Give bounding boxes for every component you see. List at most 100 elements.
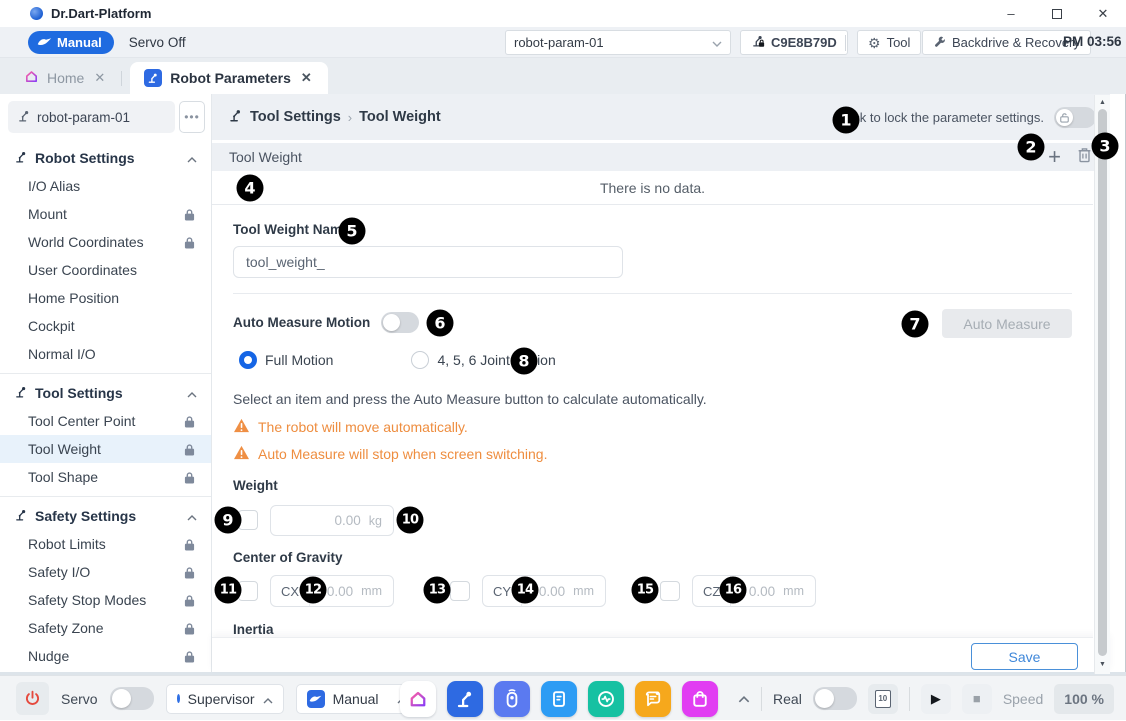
role-status-dot [177,694,180,703]
bottom-bar: Servo Supervisor Manual Real 10 ▶ ■ [0,675,1126,720]
role-select[interactable]: Supervisor [166,684,284,714]
scroll-up-icon[interactable]: ▲ [1095,98,1110,108]
annotation-badge-12: 12 [300,577,327,604]
param-select-dropdown[interactable]: robot-param-01 [505,30,731,55]
cy-checkbox[interactable] [450,581,470,601]
servo-toggle[interactable] [110,687,154,710]
sidebar-item-world-coordinates[interactable]: World Coordinates [0,228,211,256]
parameter-lock-toggle[interactable] [1054,107,1096,128]
sidebar-item-user-coordinates[interactable]: User Coordinates [0,256,211,284]
sidebar-section-tool-settings[interactable]: Tool Settings [0,379,211,407]
annotation-badge-6: 6 [427,310,454,337]
auto-measure-button[interactable]: Auto Measure [942,309,1072,338]
jog-app[interactable] [494,681,530,717]
home-app[interactable] [400,681,436,717]
weight-input[interactable]: 0.00 kg [270,505,394,536]
warning-row: Auto Measure will stop when screen switc… [233,445,547,463]
sidebar: robot-param-01 ••• Robot SettingsI/O Ali… [0,94,212,675]
close-button[interactable]: ✕ [1080,0,1126,27]
cy-input[interactable]: CY0.00mm [482,575,606,607]
trash-icon[interactable] [1077,147,1092,168]
speed-label: Speed [1003,691,1043,707]
manual-mode-button[interactable]: Manual [28,31,114,54]
sidebar-item-safety-stop-modes[interactable]: Safety Stop Modes [0,586,211,614]
tool-weight-section-header: Tool Weight + [212,141,1110,171]
real-toggle[interactable] [813,687,857,710]
power-button[interactable] [16,682,49,715]
house-icon [408,689,428,709]
param-menu-button[interactable]: ••• [179,101,205,133]
chat-icon [643,689,663,709]
robot-arm-icon [14,385,28,402]
sidebar-divider [0,496,211,497]
full-motion-radio[interactable] [239,351,257,369]
lock-icon [184,471,195,484]
program-counter-button[interactable]: 10 [868,684,898,714]
sidebar-item-tool-center-point[interactable]: Tool Center Point [0,407,211,435]
toolbar-divider [845,35,846,51]
sidebar-item-safety-i-o[interactable]: Safety I/O [0,558,211,586]
joint-motion-radio[interactable] [411,351,429,369]
sidebar-item-i-o-alias[interactable]: I/O Alias [0,172,211,200]
bottombar-divider [909,687,910,711]
sidebar-divider [0,373,211,374]
lock-icon [184,622,195,635]
breadcrumb-row: Tool Settings › Tool Weight Click to loc… [212,94,1110,140]
collapse-dock-icon[interactable] [738,690,750,708]
tab-home[interactable]: Home ✕ [10,62,121,94]
annotation-badge-1: 1 [833,107,860,134]
stop-icon: ■ [973,691,981,706]
device-id-button[interactable]: C9E8B79D [740,30,848,55]
message-app[interactable] [635,681,671,717]
tool-weight-name-input[interactable]: tool_weight_ [233,246,623,278]
save-button[interactable]: Save [971,643,1078,670]
robot-parameters-app[interactable] [447,681,483,717]
scroll-down-icon[interactable]: ▼ [1095,660,1110,670]
minimize-button[interactable]: – [988,0,1034,27]
monitoring-app[interactable] [588,681,624,717]
chevron-up-icon [187,508,197,524]
add-icon[interactable]: + [1048,146,1061,168]
sidebar-item-tool-shape[interactable]: Tool Shape [0,463,211,491]
sidebar-item-tool-weight[interactable]: Tool Weight [0,435,211,463]
annotation-badge-13: 13 [424,577,451,604]
robot-arm-icon [14,150,28,167]
sidebar-section-robot-settings[interactable]: Robot Settings [0,144,211,172]
close-tab-icon[interactable]: ✕ [92,70,107,86]
close-tab-icon[interactable]: ✕ [299,70,314,86]
title-bar: Dr.Dart-Platform – ✕ [0,0,1126,27]
robot-arm-icon [228,108,243,127]
unlock-icon [1056,109,1073,126]
breadcrumb-parent[interactable]: Tool Settings [250,109,341,125]
tool-button[interactable]: ⚙ Tool [857,30,921,55]
auto-measure-motion-label: Auto Measure Motion [233,315,370,330]
robot-arm-icon [14,508,28,525]
auto-measure-motion-toggle[interactable] [381,312,419,333]
store-app[interactable] [682,681,718,717]
play-button[interactable]: ▶ [921,684,951,714]
tab-robot-parameters[interactable]: Robot Parameters ✕ [130,62,328,94]
sidebar-item-mount[interactable]: Mount [0,200,211,228]
cz-checkbox[interactable] [660,581,680,601]
full-motion-label: Full Motion [265,352,333,368]
sidebar-item-safety-zone[interactable]: Safety Zone [0,614,211,642]
speed-value[interactable]: 100 % [1054,684,1114,714]
sidebar-section-safety-settings[interactable]: Safety Settings [0,502,211,530]
sidebar-item-robot-limits[interactable]: Robot Limits [0,530,211,558]
maximize-button[interactable] [1034,0,1080,27]
robot-arm-icon [17,109,31,126]
sidebar-item-normal-i-o[interactable]: Normal I/O [0,340,211,368]
sidebar-item-nudge[interactable]: Nudge [0,642,211,670]
stop-button[interactable]: ■ [962,684,992,714]
annotation-badge-11: 11 [215,577,242,604]
sidebar-item-cockpit[interactable]: Cockpit [0,312,211,340]
cz-input[interactable]: CZ0.00mm [692,575,816,607]
gear-icon: ⚙ [868,36,881,50]
sidebar-nav: Robot SettingsI/O AliasMountWorld Coordi… [0,140,211,675]
cx-input[interactable]: CX0.00mm [270,575,394,607]
inertia-label: Inertia [233,622,274,637]
outer-scrollbar-thumb[interactable] [1098,109,1107,656]
task-editor-app[interactable] [541,681,577,717]
sidebar-item-home-position[interactable]: Home Position [0,284,211,312]
sidebar-param-name[interactable]: robot-param-01 [8,101,175,133]
